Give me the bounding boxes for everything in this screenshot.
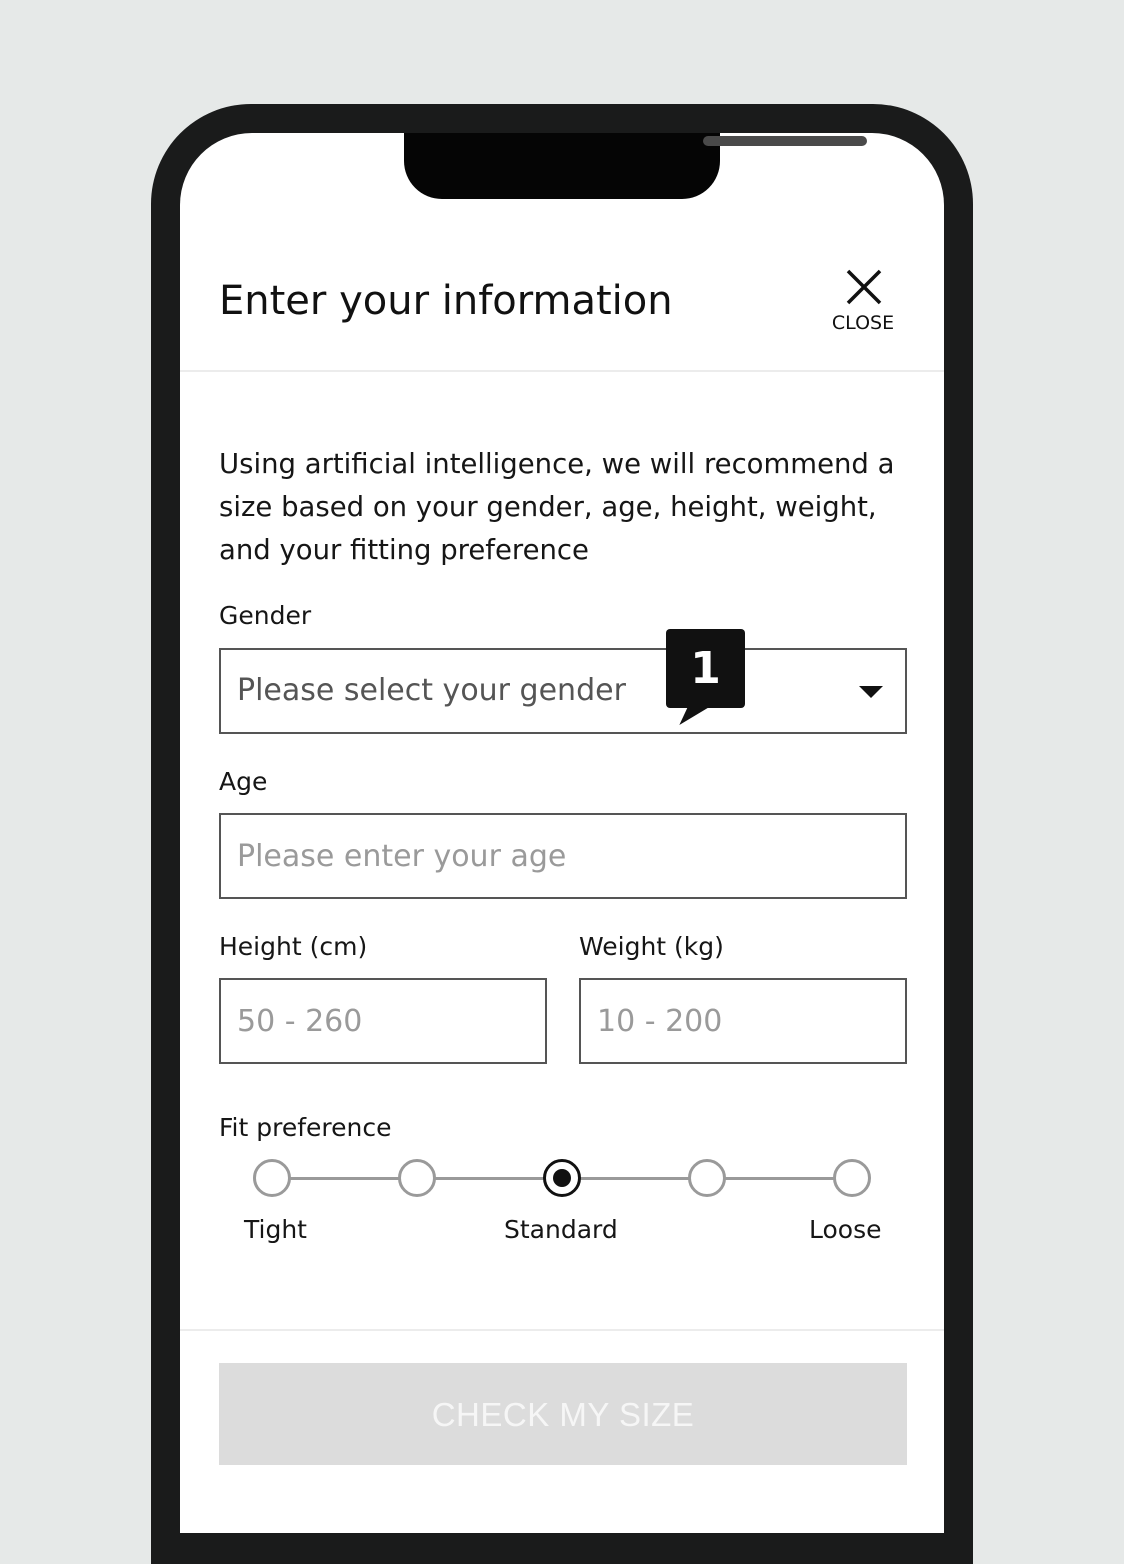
age-label: Age — [219, 767, 268, 796]
fit-preference-label: Fit preference — [219, 1113, 392, 1142]
chevron-down-icon — [859, 686, 883, 698]
gender-select[interactable]: Please select your gender — [219, 648, 907, 734]
close-label: CLOSE — [831, 312, 895, 334]
page-title: Enter your information — [219, 278, 673, 324]
height-label: Height (cm) — [219, 932, 368, 961]
speaker-grille — [703, 136, 867, 146]
weight-label: Weight (kg) — [579, 932, 724, 961]
fit-option-4[interactable] — [688, 1159, 726, 1197]
intro-text: Using artificial intelligence, we will r… — [219, 448, 895, 566]
weight-input[interactable] — [579, 978, 907, 1064]
fit-option-2[interactable] — [398, 1159, 436, 1197]
gender-label: Gender — [219, 601, 312, 630]
fit-option-3[interactable] — [543, 1159, 581, 1197]
close-icon — [846, 269, 882, 305]
phone-notch — [404, 133, 867, 199]
close-button[interactable]: CLOSE — [820, 267, 906, 339]
fit-label-tight: Tight — [244, 1215, 307, 1244]
age-input[interactable] — [219, 813, 907, 899]
footer-divider — [180, 1329, 944, 1331]
fit-option-5[interactable] — [833, 1159, 871, 1197]
height-input[interactable] — [219, 978, 547, 1064]
fit-label-loose: Loose — [809, 1215, 882, 1244]
phone-screen: Enter your information CLOSE Using artif… — [180, 133, 944, 1533]
fit-label-standard: Standard — [504, 1215, 618, 1244]
fit-option-1[interactable] — [253, 1159, 291, 1197]
gender-placeholder: Please select your gender — [237, 673, 626, 708]
header-divider — [180, 370, 944, 372]
check-my-size-button[interactable]: CHECK MY SIZE — [219, 1363, 907, 1465]
step-badge: 1 — [666, 629, 745, 708]
